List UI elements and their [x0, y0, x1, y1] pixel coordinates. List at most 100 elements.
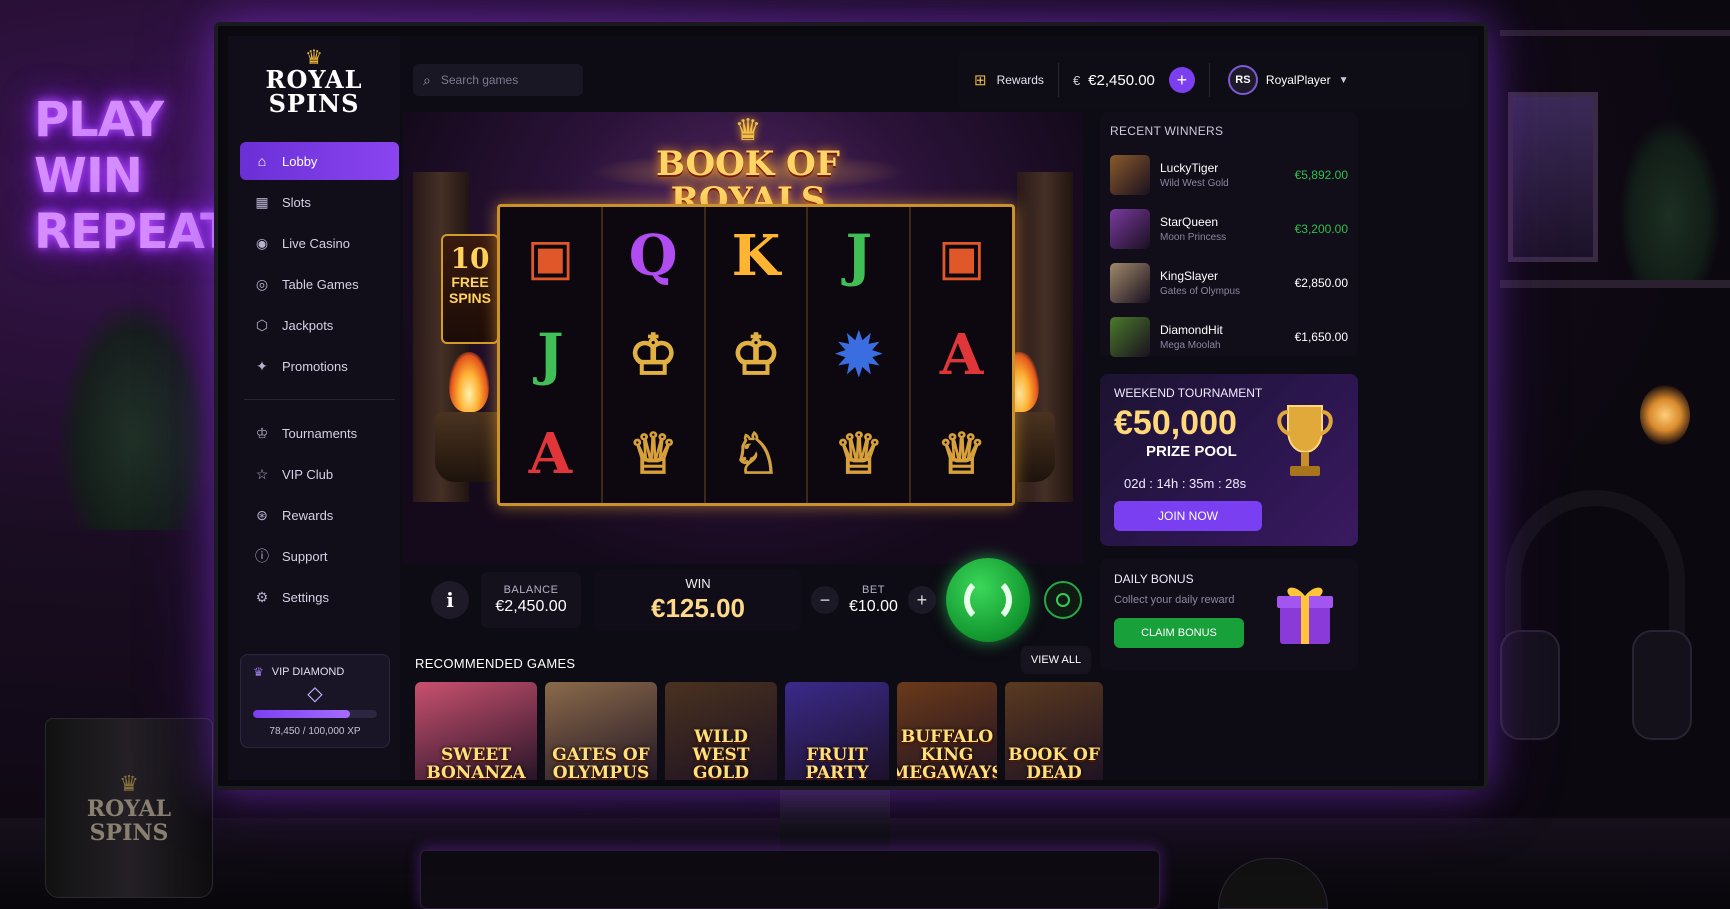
reel: ▣ A ♕ — [911, 207, 1012, 503]
vip-progress-fill — [253, 710, 351, 718]
slot-game[interactable]: ♛ BOOK OF ROYALS 10 FREE SPINS ▣ J A Q ♔ ♕ K ♔ ♘… — [403, 112, 1083, 564]
sidebar-divider — [244, 399, 395, 400]
win-display: WIN €125.00 — [595, 569, 801, 631]
table-games-icon: ◎ — [255, 275, 269, 292]
sidebar-item-settings[interactable]: ⚙ Settings — [240, 578, 399, 616]
promotions-icon: ✦ — [256, 357, 268, 374]
jackpot-icon: ⬡ — [255, 316, 269, 333]
topbar-divider — [1057, 63, 1059, 97]
winner-name: LuckyTiger — [1160, 161, 1219, 175]
app-logo[interactable]: ♛ ROYAL SPINS — [228, 48, 400, 116]
stat-value: €2,450.00 — [495, 598, 567, 615]
tournament-card: WEEKEND TOURNAMENT €50,000 PRIZE POOL 02… — [1100, 374, 1358, 546]
reel-symbol-anubis: ♘ — [730, 420, 782, 487]
reel-symbol-queen: ♕ — [936, 420, 987, 487]
casino-app: ♛ ROYAL SPINS ⌂ Lobby ▦ Slots ◉ Live Cas… — [228, 36, 1478, 780]
slot-reels: ▣ J A Q ♔ ♕ K ♔ ♘ J ✹ ♕ ▣ A ♕ — [497, 204, 1015, 506]
game-tile[interactable]: SWEET BONANZA — [415, 682, 537, 780]
tournament-title: WEEKEND TOURNAMENT — [1114, 386, 1263, 400]
sidebar-item-support[interactable]: ⓘ Support — [240, 537, 399, 575]
balance-value: €2,450.00 — [1088, 71, 1155, 89]
spin-button[interactable] — [945, 558, 1030, 642]
fire-decoration — [449, 352, 489, 412]
sidebar-item-slots[interactable]: ▦ Slots — [240, 183, 399, 221]
lamp — [1640, 385, 1690, 445]
sidebar-item-promotions[interactable]: ✦ Promotions — [240, 347, 399, 385]
sidebar-item-label: Settings — [282, 589, 329, 605]
sidebar-item-label: VIP Club — [282, 466, 334, 482]
vip-title: VIP DIAMOND — [271, 666, 345, 678]
rewards-button[interactable]: ⊞ Rewards — [974, 71, 1044, 89]
game-tile-name: SWEET BONANZA — [426, 745, 526, 780]
plant-decoration — [60, 300, 210, 530]
sidebar-item-label: Rewards — [282, 507, 334, 523]
sidebar-item-label: Lobby — [282, 153, 318, 169]
game-tile[interactable]: FRUIT PARTY — [785, 682, 889, 780]
winner-game-thumbnail — [1110, 263, 1150, 303]
game-tile[interactable]: BUFFALO KING MEGAWAYS — [897, 682, 997, 780]
slots-icon: ▦ — [255, 193, 269, 210]
game-tile[interactable]: BOOK OF DEAD — [1005, 682, 1103, 780]
bet-increase-button[interactable]: + — [907, 586, 936, 614]
sidebar-item-label: Slots — [282, 194, 311, 210]
neon-sign: PLAY WIN REPEAT — [34, 92, 233, 260]
search-input[interactable] — [440, 73, 561, 87]
support-icon: ⓘ — [255, 548, 269, 564]
winner-row[interactable]: DiamondHit Mega Moolah €1,650.00 — [1110, 310, 1348, 364]
game-tile-name: WILD WEST GOLD — [692, 727, 750, 780]
winner-row[interactable]: StarQueen Moon Princess €3,200.00 — [1110, 202, 1348, 256]
live-casino-icon: ◉ — [255, 234, 269, 251]
headphone-cup — [1632, 630, 1692, 740]
bet-display: BET €10.00 — [849, 584, 898, 616]
reel-symbol-j: J — [537, 322, 564, 388]
reel-symbol-book: ▣ — [937, 226, 986, 286]
headphone-cup — [1500, 630, 1560, 740]
winner-game-thumbnail — [1110, 155, 1150, 195]
sidebar-item-tournaments[interactable]: ♔ Tournaments — [240, 414, 399, 452]
chevron-down-icon: ▼ — [1338, 74, 1349, 86]
sidebar-nav: ⌂ Lobby ▦ Slots ◉ Live Casino ◎ Table Ga… — [240, 142, 399, 619]
logo-text: SPINS — [268, 89, 360, 118]
avatar: RS — [1227, 65, 1258, 95]
view-all-button[interactable]: VIEW ALL — [1021, 646, 1091, 674]
vip-card[interactable]: ♛ VIP DIAMOND ◇ 78,450 / 100,000 XP — [240, 654, 390, 748]
game-tile[interactable]: GATES OF OLYMPUS — [545, 682, 657, 780]
section-title: RECOMMENDED GAMES — [415, 656, 576, 671]
reel-symbol-j: J — [845, 223, 873, 290]
trophy-icon: ♔ — [255, 424, 269, 441]
game-tile[interactable]: WILD WEST GOLD — [665, 682, 777, 780]
winner-amount: €1,650.00 — [1294, 330, 1348, 344]
panel-title: RECENT WINNERS — [1110, 124, 1224, 138]
reel-symbol-queen: ♕ — [628, 420, 679, 487]
sidebar-item-live-casino[interactable]: ◉ Live Casino — [240, 224, 399, 262]
sidebar-item-label: Live Casino — [282, 235, 350, 251]
wall-art — [1508, 92, 1598, 262]
winner-row[interactable]: LuckyTiger Wild West Gold €5,892.00 — [1110, 148, 1348, 202]
monitor-stand — [780, 790, 890, 850]
deposit-button[interactable]: + — [1168, 67, 1195, 93]
crown-icon: ♛ — [119, 771, 139, 796]
reel-symbol-q: Q — [628, 223, 678, 290]
join-now-button[interactable]: JOIN NOW — [1114, 501, 1262, 531]
sidebar-item-vip-club[interactable]: ☆ VIP Club — [240, 455, 399, 493]
gift-icon: ⊞ — [974, 72, 987, 89]
info-button[interactable]: i — [431, 581, 469, 619]
settings-icon: ⚙ — [255, 588, 269, 605]
sidebar-item-table-games[interactable]: ◎ Table Games — [240, 265, 399, 303]
winner-name: StarQueen — [1160, 215, 1219, 229]
sidebar-item-rewards[interactable]: ⊛ Rewards — [240, 496, 399, 534]
autoplay-icon — [1055, 593, 1070, 607]
winner-info: LuckyTiger Wild West Gold — [1160, 161, 1295, 189]
reel: ▣ J A — [500, 207, 603, 503]
claim-bonus-button[interactable]: CLAIM BONUS — [1114, 618, 1244, 648]
user-menu[interactable]: RS RoyalPlayer ▼ — [1227, 65, 1349, 95]
sidebar-item-jackpots[interactable]: ⬡ Jackpots — [240, 306, 399, 344]
winner-row[interactable]: KingSlayer Gates of Olympus €2,850.00 — [1110, 256, 1348, 310]
winner-info: StarQueen Moon Princess — [1160, 215, 1295, 243]
autoplay-button[interactable] — [1043, 581, 1082, 619]
vip-icon: ☆ — [255, 465, 269, 482]
bet-decrease-button[interactable]: − — [811, 586, 839, 614]
sidebar-item-label: Table Games — [282, 276, 359, 292]
sidebar-item-lobby[interactable]: ⌂ Lobby — [240, 142, 399, 180]
search-box[interactable]: ⌕ — [413, 64, 583, 96]
